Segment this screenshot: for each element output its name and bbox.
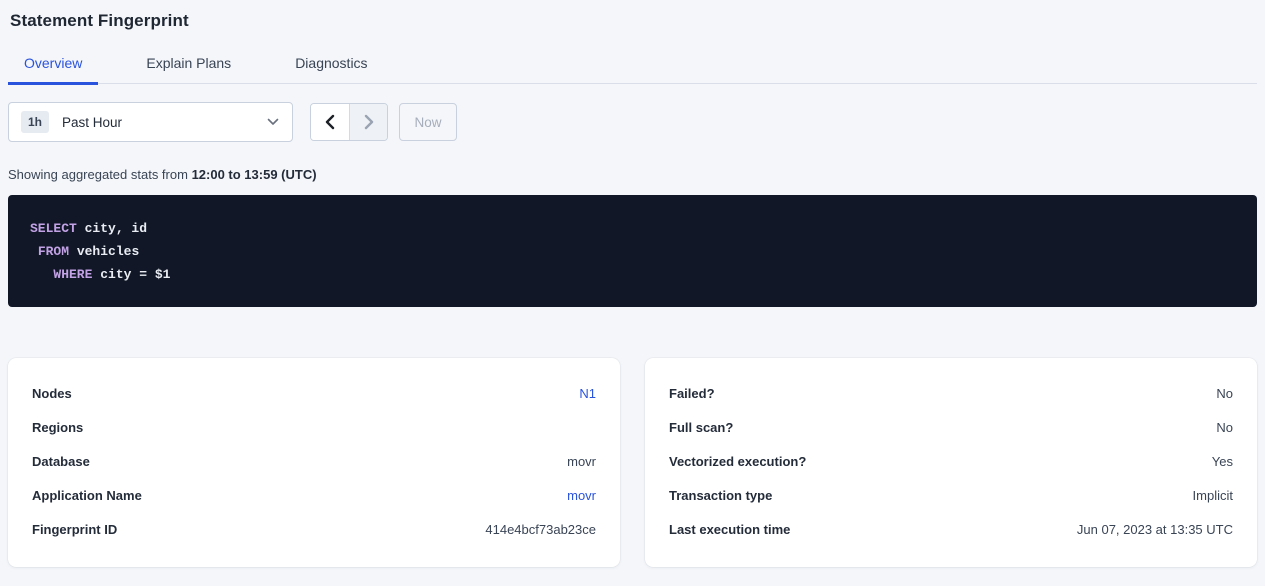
info-value-link[interactable]: movr — [567, 488, 596, 503]
sql-statement-box: SELECT city, id FROM vehicles WHERE city… — [8, 195, 1257, 307]
sql-line: FROM vehicles — [30, 240, 1233, 263]
sql-keyword: FROM — [38, 244, 69, 259]
sql-line: SELECT city, id — [30, 217, 1233, 240]
info-value-link[interactable]: N1 — [579, 386, 596, 401]
prev-time-button[interactable] — [311, 104, 349, 140]
info-label: Full scan? — [669, 420, 733, 435]
time-range-label: Past Hour — [62, 115, 122, 130]
tab-explain-plans[interactable]: Explain Plans — [130, 55, 247, 85]
execution-attributes-card: Failed? No Full scan? No Vectorized executio… — [645, 358, 1257, 567]
tab-bar: Overview Explain Plans Diagnostics — [8, 55, 1257, 84]
info-row: Full scan? No — [669, 410, 1233, 444]
aggregated-stats-summary: Showing aggregated stats from 12:00 to 1… — [8, 167, 1257, 182]
info-row: Application Name movr — [32, 478, 596, 512]
info-row: Fingerprint ID 414e4bcf73ab23ce — [32, 512, 596, 546]
info-value: No — [1216, 386, 1233, 401]
info-value: No — [1216, 420, 1233, 435]
summary-time-range: 12:00 to 13:59 (UTC) — [192, 167, 317, 182]
info-label: Fingerprint ID — [32, 522, 117, 537]
info-row: Vectorized execution? Yes — [669, 444, 1233, 478]
info-value: Yes — [1212, 454, 1233, 469]
info-row: Nodes N1 — [32, 376, 596, 410]
chevron-left-icon — [325, 114, 335, 130]
now-button[interactable]: Now — [399, 103, 457, 141]
sql-line: WHERE city = $1 — [30, 263, 1233, 286]
info-label: Database — [32, 454, 90, 469]
time-nav-group — [310, 103, 388, 141]
info-label: Transaction type — [669, 488, 772, 503]
time-range-dropdown[interactable]: 1h Past Hour — [8, 102, 293, 142]
info-label: Last execution time — [669, 522, 790, 537]
chevron-down-icon — [267, 118, 279, 126]
sql-keyword: SELECT — [30, 221, 77, 236]
info-label: Regions — [32, 420, 83, 435]
sql-keyword: WHERE — [53, 267, 92, 282]
tab-overview[interactable]: Overview — [8, 55, 98, 85]
info-label: Nodes — [32, 386, 72, 401]
summary-prefix: Showing aggregated stats from — [8, 167, 188, 182]
info-label: Vectorized execution? — [669, 454, 806, 469]
info-row: Database movr — [32, 444, 596, 478]
info-row: Failed? No — [669, 376, 1233, 410]
info-label: Failed? — [669, 386, 715, 401]
details-cards: NodesN1RegionsDatabasemovrApplication Na… — [8, 358, 1257, 567]
statement-details-card: NodesN1RegionsDatabasemovrApplication Na… — [8, 358, 620, 567]
toolbar: 1h Past Hour Now — [8, 102, 1257, 142]
info-value: movr — [567, 454, 596, 469]
chevron-right-icon — [364, 114, 374, 130]
statement-fingerprint-page: Statement Fingerprint Overview Explain Pl… — [0, 0, 1265, 567]
time-range-badge: 1h — [21, 111, 49, 133]
info-value: Jun 07, 2023 at 13:35 UTC — [1077, 522, 1233, 537]
info-row: Transaction type Implicit — [669, 478, 1233, 512]
page-title: Statement Fingerprint — [10, 0, 1257, 31]
info-label: Application Name — [32, 488, 142, 503]
info-row: Last execution time Jun 07, 2023 at 13:35… — [669, 512, 1233, 546]
tab-diagnostics[interactable]: Diagnostics — [279, 55, 383, 85]
next-time-button[interactable] — [349, 104, 387, 140]
info-value: Implicit — [1193, 488, 1233, 503]
info-value: 414e4bcf73ab23ce — [485, 522, 596, 537]
info-row: Regions — [32, 410, 596, 444]
